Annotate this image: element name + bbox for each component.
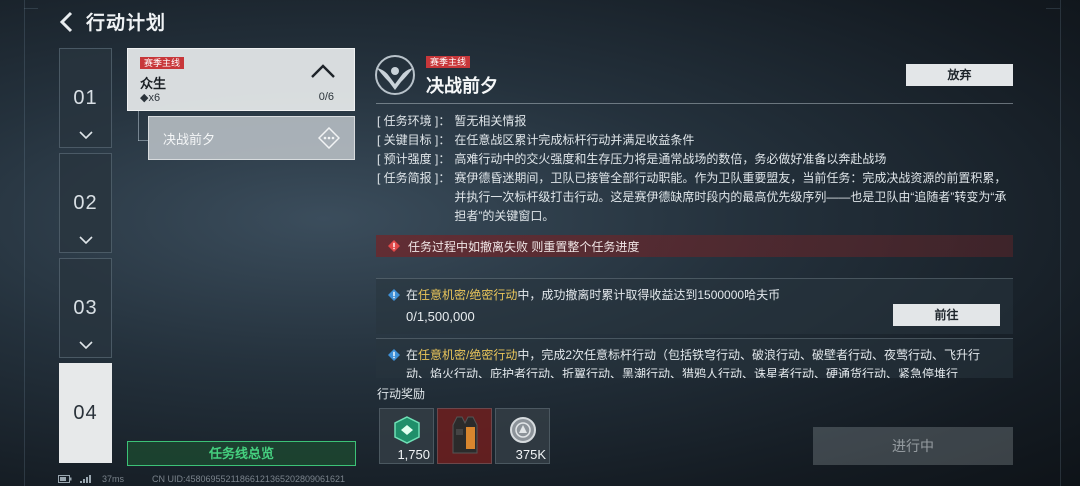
page-title: 行动计划 <box>86 13 167 34</box>
reward-item[interactable] <box>437 408 492 464</box>
back-arrow-icon[interactable] <box>58 11 76 33</box>
warning-text: 任务过程中如撤离失败 则重置整个任务进度 <box>408 239 640 254</box>
info-row: [ 预计强度 ]： 高难行动中的交火强度和生存压力将是通常战场的数倍，务必做好准… <box>377 150 1013 169</box>
info-value: 暂无相关情报 <box>454 114 527 128</box>
tab-label: 02 <box>73 191 98 214</box>
warning-diamond-icon <box>388 240 400 252</box>
mission-info: [ 任务环境 ]： 暂无相关情报 [ 关键目标 ]： 在任意战区累计完成标杆行动… <box>377 112 1013 226</box>
info-row: [ 关键目标 ]： 在任意战区累计完成标杆行动并满足收益条件 <box>377 131 1013 150</box>
info-key: [ 任务简报 ]： <box>377 171 451 185</box>
tab-label: 03 <box>73 296 98 319</box>
info-key: [ 关键目标 ]： <box>377 133 451 147</box>
season-tag: 赛季主线 <box>140 57 185 69</box>
page-header: 行动计划 <box>58 8 166 35</box>
tree-connector <box>138 140 148 141</box>
storyline-count: ◆x6 <box>140 92 161 104</box>
chevron-down-icon <box>78 341 93 349</box>
ping-text: 37ms <box>102 474 125 484</box>
mission-item-label: 决战前夕 <box>163 131 216 147</box>
info-row: [ 任务环境 ]： 暂无相关情报 <box>377 112 1013 131</box>
task-item: 在任意机密/绝密行动中，成功撤离时累计取得收益达到1500000哈夫币 0/1,… <box>376 278 1013 334</box>
silver-coin-icon <box>509 417 536 443</box>
tab-label: 04 <box>73 401 98 424</box>
task-description: 在任意机密/绝密行动中，成功撤离时累计取得收益达到1500000哈夫币 <box>406 288 781 302</box>
give-up-button[interactable]: 放弃 <box>906 64 1013 86</box>
info-value: 赛伊德昏迷期间，卫队已接管全部行动职能。作为卫队重要盟友，当前任务：完成决战资源… <box>454 171 1007 223</box>
storyline-card[interactable]: 赛季主线 众生 ◆x6 0/6 <box>127 48 355 111</box>
info-value: 高难行动中的交火强度和生存压力将是通常战场的数倍，务必做好准备以奔赴战场 <box>454 152 887 166</box>
reward-label: 行动奖励 <box>377 387 426 401</box>
storyline-progress: 0/6 <box>318 91 334 103</box>
status-footer: 37ms CN UID:4580695521186612136520280906… <box>58 474 345 484</box>
info-value: 在任意战区累计完成标杆行动并满足收益条件 <box>454 133 695 147</box>
mission-diamond-icon <box>318 127 340 149</box>
task-progress: 0/1,500,000 <box>406 309 475 324</box>
signal-icon <box>80 475 91 483</box>
storyline-name: 众生 <box>140 76 167 91</box>
info-diamond-icon <box>388 289 400 301</box>
uid-text: CN UID:4580695521186612136520280906162​1 <box>152 474 346 484</box>
tab-02[interactable]: 02 <box>59 153 112 253</box>
tab-label: 01 <box>73 86 98 109</box>
go-button[interactable]: 前往 <box>893 304 1000 326</box>
mission-item[interactable]: 决战前夕 <box>148 116 355 160</box>
green-badge-icon <box>393 416 420 444</box>
tactical-vest-icon <box>452 416 477 454</box>
reward-item[interactable]: 375K <box>495 408 550 464</box>
chevron-down-icon <box>78 131 93 139</box>
in-progress-button: 进行中 <box>813 427 1013 465</box>
season-tag: 赛季主线 <box>426 56 471 68</box>
battery-icon <box>58 475 72 483</box>
tab-01[interactable]: 01 <box>59 48 112 148</box>
mission-overview-button[interactable]: 任务线总览 <box>127 441 356 466</box>
reward-amount: 1,750 <box>397 447 430 462</box>
reward-amount: 375K <box>515 447 546 462</box>
faction-emblem-icon <box>375 55 415 95</box>
info-key: [ 预计强度 ]： <box>377 152 451 166</box>
info-key: [ 任务环境 ]： <box>377 114 451 128</box>
divider <box>376 103 1013 104</box>
reward-item[interactable]: 1,750 <box>379 408 434 464</box>
mission-title: 决战前夕 <box>426 76 498 96</box>
task-item: 在任意机密/绝密行动中，完成2次任意标杆行动（包括铁穹行动、破浪行动、破壁者行动… <box>376 338 1013 378</box>
task-highlight: 任意机密/绝密行动 <box>418 348 518 362</box>
tree-connector <box>138 111 139 141</box>
info-row: [ 任务简报 ]： 赛伊德昏迷期间，卫队已接管全部行动职能。作为卫队重要盟友，当… <box>377 169 1013 226</box>
chevron-down-icon <box>78 236 93 244</box>
tab-03[interactable]: 03 <box>59 258 112 358</box>
task-highlight: 任意机密/绝密行动 <box>418 288 518 302</box>
warning-banner: 任务过程中如撤离失败 则重置整个任务进度 <box>376 235 1013 257</box>
task-description: 在任意机密/绝密行动中，完成2次任意标杆行动（包括铁穹行动、破浪行动、破壁者行动… <box>406 348 981 378</box>
info-diamond-icon <box>388 349 400 361</box>
tab-04[interactable]: 04 <box>59 363 112 463</box>
chevron-up-icon[interactable] <box>310 63 336 79</box>
